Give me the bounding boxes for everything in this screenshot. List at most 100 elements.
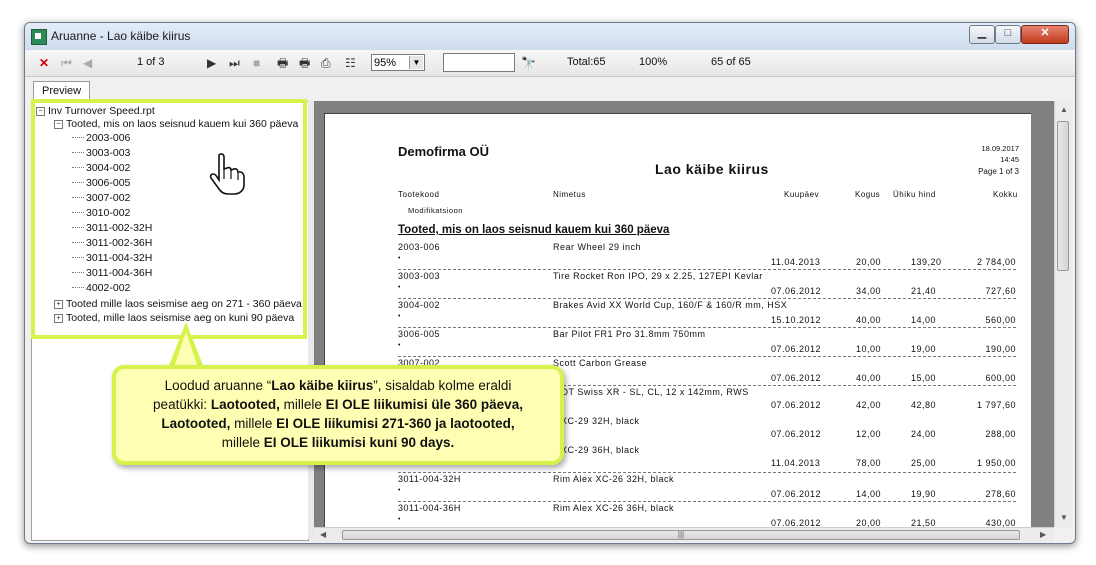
group-tree-panel: − Inv Turnover Speed.rpt − Tooted, mis on … <box>31 101 309 541</box>
callout-bold-text: EI OLE liikumisi kuni 90 days. <box>263 435 455 450</box>
scroll-left-icon[interactable]: ◀ <box>320 530 326 539</box>
scroll-down-icon[interactable]: ▼ <box>1060 513 1068 522</box>
row-price: 19,90 <box>911 489 937 499</box>
minimize-button[interactable]: ▁ <box>969 25 995 44</box>
row-price: 42,80 <box>911 400 937 410</box>
section-title: Tooted, mis on laos seisnud kauem kui 36… <box>398 224 670 236</box>
collapse-icon[interactable]: − <box>36 107 45 116</box>
app-icon <box>31 29 47 45</box>
row-date: 07.06.2012 <box>771 344 822 354</box>
row-name: Rim Alex XC-26 36H, black <box>553 503 675 513</box>
tab-preview[interactable]: Preview <box>33 81 91 101</box>
row-qty: 78,00 <box>856 458 882 468</box>
expand-icon[interactable]: + <box>54 300 63 309</box>
row-code: 3011-004-36H <box>398 503 461 513</box>
chevron-down-icon[interactable]: ▼ <box>409 56 423 69</box>
row-total: 600,00 <box>985 373 1016 383</box>
tree-item-label: 3007-002 <box>86 192 131 204</box>
row-total: 1 797,60 <box>976 400 1016 410</box>
row-total: 1 950,00 <box>976 458 1016 468</box>
row-total: 727,60 <box>985 286 1016 296</box>
column-date: Kuupäev <box>784 190 820 199</box>
tree-item-label: 3011-002-32H <box>86 222 153 234</box>
callout-bold-text: Laotooted, <box>210 397 280 412</box>
column-name: Nimetus <box>553 190 586 199</box>
tree-group-label: Tooted, mis on laos seisnud kauem kui 36… <box>66 118 299 130</box>
scroll-right-icon[interactable]: ▶ <box>1040 530 1046 539</box>
row-date: 07.06.2012 <box>771 286 822 296</box>
row-qty: 34,00 <box>856 286 882 296</box>
row-qty: 14,00 <box>856 489 882 499</box>
horizontal-scrollbar[interactable]: ◀ ||| ▶ <box>314 527 1054 542</box>
zoom-select[interactable]: 95% ▼ <box>371 54 425 71</box>
row-qty: 40,00 <box>856 315 882 325</box>
row-qty: 40,00 <box>856 373 882 383</box>
tree-item[interactable]: 3004-002 <box>72 162 130 175</box>
tree-item[interactable]: 3011-004-32H <box>72 252 152 265</box>
window-title: Aruanne - Lao käibe kiirus <box>51 29 191 43</box>
tree-item[interactable]: 3011-004-36H <box>72 267 152 280</box>
tree-item-label: 4002-002 <box>86 282 131 294</box>
search-input[interactable] <box>443 53 515 72</box>
row-name: Bar Pilot FR1 Pro 31.8mm 750mm <box>553 329 706 339</box>
total-label: Total:65 <box>567 56 606 68</box>
collapse-icon[interactable]: − <box>54 120 63 129</box>
tree-group-271-360[interactable]: + Tooted mille laos seismise aeg on 271 -… <box>54 298 302 311</box>
vertical-scroll-thumb[interactable] <box>1057 121 1069 271</box>
records-label: 65 of 65 <box>711 56 751 68</box>
company-name: Demofirma OÜ <box>398 144 490 159</box>
maximize-button[interactable]: □ <box>995 25 1021 44</box>
tree-group-over-360[interactable]: − Tooted, mis on laos seisnud kauem kui 3… <box>54 118 298 131</box>
report-title: Lao käibe kiirus <box>655 161 769 177</box>
row-total: 190,00 <box>985 344 1016 354</box>
tree-item[interactable]: 4002-002 <box>72 282 130 295</box>
row-code: 2003-006 <box>398 242 441 252</box>
close-button[interactable]: ✕ <box>1021 25 1069 44</box>
stop-icon[interactable]: ✕ <box>39 55 49 71</box>
tree-root-label: Inv Turnover Speed.rpt <box>48 105 155 117</box>
row-price: 21,40 <box>911 286 937 296</box>
column-modification: Modifikatsioon <box>408 206 463 215</box>
horizontal-scroll-thumb[interactable]: ||| <box>342 530 1020 540</box>
callout-text: millele <box>230 416 277 431</box>
print-icon[interactable]: 🖶 <box>277 55 288 71</box>
first-page-icon[interactable]: ⏮ <box>61 55 72 71</box>
next-page-icon[interactable]: ▶ <box>207 55 216 71</box>
export-icon[interactable]: ⎙ <box>321 55 331 71</box>
tree-item-label: 3006-005 <box>86 177 131 189</box>
tree-item-label: 3011-004-36H <box>86 267 153 279</box>
percent-label: 100% <box>639 56 668 68</box>
tree-item-label: 3010-002 <box>86 207 131 219</box>
tree-item[interactable]: 3011-002-32H <box>72 222 152 235</box>
tree-item-label: 3004-002 <box>86 162 131 174</box>
tree-item[interactable]: 3006-005 <box>72 177 130 190</box>
last-page-icon[interactable]: ⏭ <box>229 55 240 71</box>
cancel-icon[interactable]: ■ <box>253 55 260 71</box>
tree-item-label: 3003-003 <box>86 147 131 159</box>
row-name: Rim Alex XC-26 32H, black <box>553 474 675 484</box>
expand-icon[interactable]: + <box>54 314 63 323</box>
vertical-scrollbar[interactable]: ▲ ▼ <box>1054 101 1072 527</box>
row-date: 07.06.2012 <box>771 373 822 383</box>
row-price: 15,00 <box>911 373 937 383</box>
page-counter: 1 of 3 <box>137 56 165 68</box>
tree-item[interactable]: 3011-002-36H <box>72 237 152 250</box>
tree-root[interactable]: − Inv Turnover Speed.rpt <box>36 105 155 118</box>
tree-item[interactable]: 2003-006 <box>72 132 130 145</box>
callout-bold-text: EI OLE liikumisi üle 360 päeva, <box>325 397 523 412</box>
tree-item[interactable]: 3007-002 <box>72 192 130 205</box>
row-code: 3004-002 <box>398 300 441 310</box>
scroll-up-icon[interactable]: ▲ <box>1060 105 1068 114</box>
group-tree-icon[interactable]: ☷ <box>345 55 356 71</box>
binoculars-search-icon[interactable]: 🔭 <box>521 55 536 71</box>
row-total: 278,60 <box>985 489 1016 499</box>
callout-text: millele <box>279 397 326 412</box>
row-price: 25,00 <box>911 458 937 468</box>
previous-page-icon[interactable]: ◀ <box>83 55 92 71</box>
tree-item[interactable]: 3003-003 <box>72 147 130 160</box>
print-setup-icon[interactable]: 🖶 <box>299 55 310 71</box>
row-name: b DT Swiss XR - SL, CL, 12 x 142mm, RWS <box>553 387 749 397</box>
tree-item[interactable]: 3010-002 <box>72 207 130 220</box>
row-qty: 20,00 <box>856 518 882 527</box>
column-total: Kokku <box>993 190 1018 199</box>
